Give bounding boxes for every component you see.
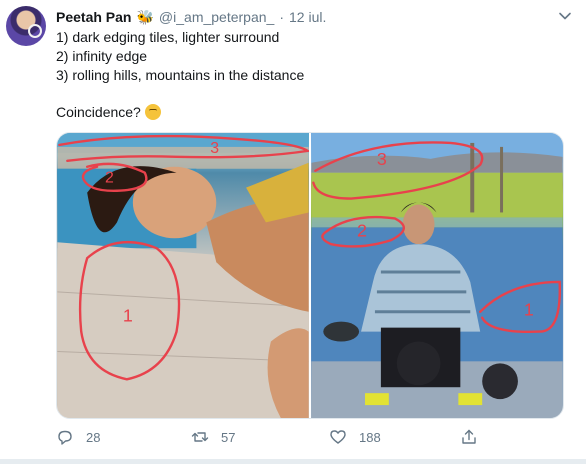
- tweet-card[interactable]: Peetah Pan 🐝 @i_am_peterpan_ · 12 iul. 1…: [0, 0, 586, 464]
- share-icon[interactable]: [460, 428, 478, 446]
- tweet-text: 1) dark edging tiles, lighter surround 2…: [56, 28, 566, 122]
- retweet-count: 57: [221, 429, 236, 445]
- retweet-action[interactable]: 57: [191, 428, 235, 446]
- right-annotation-1: 1: [524, 300, 534, 320]
- tweet-line-1: 1) dark edging tiles, lighter surround: [56, 29, 280, 45]
- tweet-date[interactable]: 12 iul.: [289, 9, 326, 25]
- reply-icon[interactable]: [56, 428, 74, 446]
- like-count: 188: [359, 429, 381, 445]
- right-annotation-3: 3: [377, 149, 387, 169]
- divider: [0, 459, 586, 464]
- left-annotation-3: 3: [210, 140, 219, 157]
- right-annotation-2: 2: [357, 220, 367, 240]
- tweet-header: Peetah Pan 🐝 @i_am_peterpan_ · 12 iul.: [56, 8, 326, 26]
- left-annotation-2: 2: [105, 170, 114, 187]
- separator-dot: ·: [279, 9, 284, 25]
- left-annotation-1: 1: [123, 306, 133, 326]
- thinking-face-emoji-icon: [144, 104, 161, 121]
- photo-right[interactable]: 3 2 1: [311, 133, 563, 418]
- tweet-actions: 28 57 188: [56, 428, 486, 450]
- share-action[interactable]: [460, 428, 478, 446]
- tweet-closing-text: Coincidence?: [56, 104, 141, 121]
- photo-left-scene: 3 2 1: [57, 133, 309, 418]
- bee-emoji-icon: 🐝: [136, 8, 154, 25]
- heart-icon[interactable]: [329, 428, 347, 446]
- author-handle[interactable]: @i_am_peterpan_: [159, 9, 274, 25]
- retweet-icon[interactable]: [191, 428, 209, 446]
- avatar[interactable]: [6, 6, 46, 46]
- tweet-line-2: 2) infinity edge: [56, 47, 148, 64]
- tweet-line-3: 3) rolling hills, mountains in the dista…: [56, 66, 305, 83]
- chevron-down-icon[interactable]: [558, 9, 572, 23]
- photo-left[interactable]: 3 2 1: [57, 133, 309, 418]
- tweet-closing-line: Coincidence?: [56, 103, 566, 122]
- racket-graphic: [28, 24, 42, 38]
- reply-action[interactable]: 28: [56, 428, 100, 446]
- media-grid: 3 2 1 3 2 1: [56, 132, 564, 419]
- author-name[interactable]: Peetah Pan: [56, 9, 131, 25]
- photo-right-scene: 3 2 1: [311, 133, 563, 418]
- reply-count: 28: [86, 429, 101, 445]
- like-action[interactable]: 188: [329, 428, 381, 446]
